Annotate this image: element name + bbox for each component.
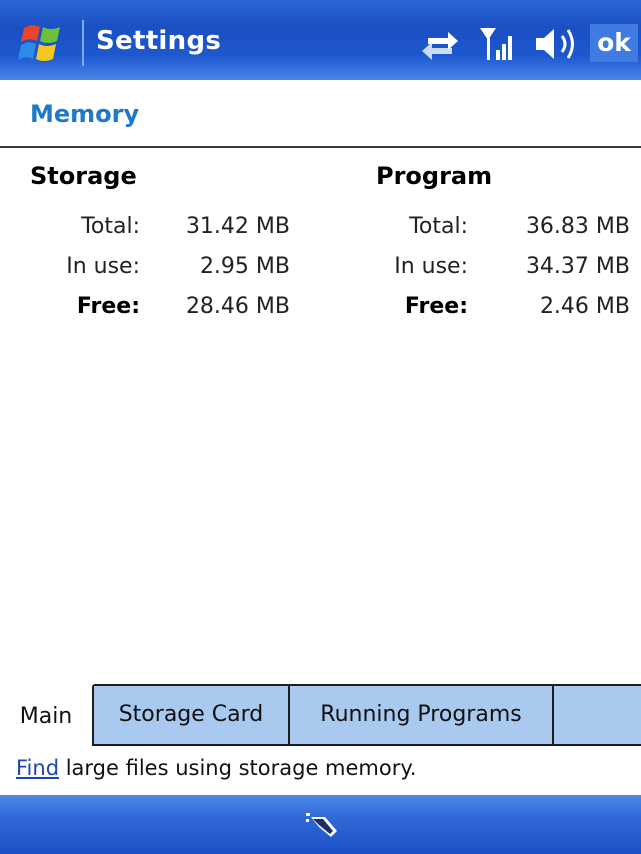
page-title: Memory xyxy=(30,100,140,128)
connectivity-arrows-icon[interactable] xyxy=(420,28,460,64)
program-free-label: Free: xyxy=(404,294,468,319)
storage-total-value: 31.42 MB xyxy=(185,214,290,239)
program-free-value: 2.46 MB xyxy=(539,294,630,319)
storage-total-row: Total: 31.42 MB xyxy=(30,214,290,250)
tab-strip: Main Storage Card Running Programs xyxy=(0,684,641,746)
app-title: Settings xyxy=(96,26,222,56)
storage-in-use-label: In use: xyxy=(66,254,140,279)
storage-free-label: Free: xyxy=(76,294,140,319)
input-panel-icon[interactable] xyxy=(303,805,343,845)
program-total-row: Total: 36.83 MB xyxy=(376,214,630,250)
program-heading: Program xyxy=(376,162,493,190)
title-bar: Settings ok xyxy=(0,0,641,80)
program-free-row: Free: 2.46 MB xyxy=(376,294,630,330)
storage-in-use-row: In use: 2.95 MB xyxy=(30,254,290,290)
storage-heading: Storage xyxy=(30,162,137,190)
windows-start-icon[interactable] xyxy=(18,18,68,68)
speaker-icon[interactable] xyxy=(532,24,578,68)
storage-free-row: Free: 28.46 MB xyxy=(30,294,290,330)
program-total-value: 36.83 MB xyxy=(525,214,630,239)
bottom-menu-bar xyxy=(0,795,641,854)
program-section: Program xyxy=(376,162,492,190)
program-in-use-row: In use: 34.37 MB xyxy=(376,254,630,290)
storage-total-label: Total: xyxy=(81,214,140,239)
ok-button[interactable]: ok xyxy=(590,24,638,62)
find-large-files-line: Find large files using storage memory. xyxy=(16,756,416,780)
storage-section: Storage xyxy=(30,162,137,190)
tab-main[interactable]: Main xyxy=(0,684,94,746)
program-total-label: Total: xyxy=(409,214,468,239)
page-header: Memory xyxy=(0,80,641,148)
storage-in-use-value: 2.95 MB xyxy=(199,254,290,279)
tab-running-programs[interactable]: Running Programs xyxy=(290,686,554,744)
pocket-pc-screen: Settings ok Memory Storage Total: 31.42 … xyxy=(0,0,641,854)
program-in-use-value: 34.37 MB xyxy=(525,254,630,279)
program-in-use-label: In use: xyxy=(394,254,468,279)
tab-storage-card[interactable]: Storage Card xyxy=(94,686,290,744)
signal-strength-icon[interactable] xyxy=(478,24,518,68)
find-link[interactable]: Find xyxy=(16,756,59,780)
storage-free-value: 28.46 MB xyxy=(185,294,290,319)
title-separator xyxy=(82,20,84,66)
find-description: large files using storage memory. xyxy=(59,756,417,780)
